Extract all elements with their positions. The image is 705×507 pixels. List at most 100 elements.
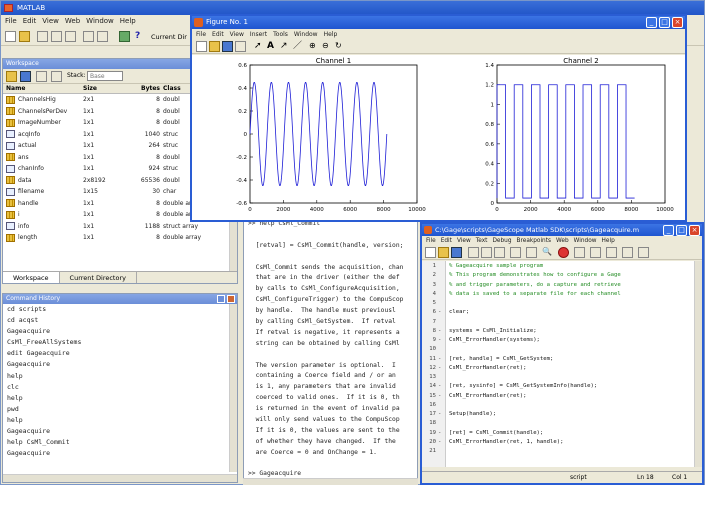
breakpoint-marker[interactable]: -	[438, 327, 444, 336]
editor-scrollbar[interactable]	[694, 261, 702, 467]
save-workspace-icon[interactable]	[20, 71, 31, 82]
editor-line[interactable]: 5	[422, 299, 702, 308]
col-header-bytes[interactable]: Bytes	[123, 84, 163, 93]
ed-paste-icon[interactable]	[494, 247, 505, 258]
editor-line[interactable]: 11- [ret, handle] = CsMl_GetSystem;	[422, 355, 702, 364]
close-icon[interactable]	[227, 295, 235, 303]
ed-menu-view[interactable]: View	[457, 236, 471, 246]
history-item[interactable]: Gageacquire	[3, 326, 237, 337]
ed-menu-file[interactable]: File	[426, 236, 436, 246]
breakpoint-marker[interactable]: -	[438, 364, 444, 373]
breakpoint-marker[interactable]: -	[438, 336, 444, 345]
ed-new-icon[interactable]	[425, 247, 436, 258]
fig-save-icon[interactable]	[222, 41, 233, 52]
history-item[interactable]: Gageacquire	[3, 448, 237, 459]
breakpoint-marker[interactable]: -	[438, 382, 444, 391]
history-item[interactable]: help	[3, 393, 237, 404]
history-item[interactable]: pwd	[3, 404, 237, 415]
tab-current-directory[interactable]: Current Directory	[60, 272, 137, 283]
select-arrow-icon[interactable]: ➚	[254, 41, 265, 52]
editor-line[interactable]: 18	[422, 419, 702, 428]
menu-help[interactable]: Help	[120, 15, 136, 27]
ed-menu-text[interactable]: Text	[476, 236, 488, 246]
fig-new-icon[interactable]	[196, 41, 207, 52]
step-in-icon[interactable]	[606, 247, 617, 258]
ed-undo-icon[interactable]	[510, 247, 521, 258]
ed-menu-help[interactable]: Help	[602, 236, 615, 246]
ed-print-icon[interactable]	[526, 247, 537, 258]
redo-icon[interactable]	[97, 31, 108, 42]
minimize-icon[interactable]: _	[646, 17, 657, 28]
editor-line[interactable]: 6- clear;	[422, 308, 702, 317]
fig-menu-file[interactable]: File	[196, 29, 206, 40]
col-header-name[interactable]: Name	[3, 84, 83, 93]
history-item[interactable]: help CsMl_Commit	[3, 437, 237, 448]
ed-cut-icon[interactable]	[468, 247, 479, 258]
menu-view[interactable]: View	[42, 15, 59, 27]
rotate-icon[interactable]: ↻	[335, 41, 346, 52]
editor-line[interactable]: 15- CsMl_ErrorHandler(ret);	[422, 392, 702, 401]
editor-close-icon[interactable]: ×	[689, 224, 700, 236]
editor-line[interactable]: 2 % This program demonstrates how to conf…	[422, 271, 702, 280]
editor-line[interactable]: 21	[422, 447, 702, 456]
ed-find-icon[interactable]: 🔍	[542, 247, 553, 258]
insert-arrow-icon[interactable]: ↗	[280, 41, 291, 52]
editor-line[interactable]: 7	[422, 318, 702, 327]
editor-line[interactable]: 4 % data is saved to a separate file for …	[422, 290, 702, 299]
history-item[interactable]: cd scripts	[3, 304, 237, 315]
insert-text-icon[interactable]: A	[267, 41, 278, 52]
breakpoint-marker[interactable]: -	[438, 438, 444, 447]
workspace-row[interactable]: length 1x1 8 double array	[3, 232, 237, 244]
breakpoint-marker[interactable]: -	[438, 429, 444, 438]
fig-menu-window[interactable]: Window	[294, 29, 318, 40]
editor-line[interactable]: 13	[422, 373, 702, 382]
fig-print-icon[interactable]	[235, 41, 246, 52]
ed-menu-web[interactable]: Web	[556, 236, 569, 246]
history-item[interactable]: cd acqst	[3, 315, 237, 326]
ed-save-icon[interactable]	[451, 247, 462, 258]
paste-icon[interactable]	[65, 31, 76, 42]
undo-icon[interactable]	[83, 31, 94, 42]
breakpoint-marker[interactable]: -	[438, 308, 444, 317]
command-window[interactable]: >> help CsMl_Commit [retval] = CsMl_Comm…	[243, 218, 418, 485]
editor-line[interactable]: 1 % Gageacquire sample program	[422, 262, 702, 271]
ed-menu-window[interactable]: Window	[574, 236, 597, 246]
history-item[interactable]: CsMl_FreeAllSystems	[3, 337, 237, 348]
editor-line[interactable]: 20- CsMl_ErrorHandler(ret, 1, handle);	[422, 438, 702, 447]
editor-line[interactable]: 19- [ret] = CsMl_Commit(handle);	[422, 429, 702, 438]
editor-text-area[interactable]: 1 % Gageacquire sample program 2 % This pro…	[422, 261, 702, 467]
history-item[interactable]: clc	[3, 382, 237, 393]
maximize-icon[interactable]: □	[659, 17, 670, 28]
insert-line-icon[interactable]: ／	[293, 41, 304, 52]
col-header-size[interactable]: Size	[83, 84, 123, 93]
copy-icon[interactable]	[51, 31, 62, 42]
editor-line[interactable]: 16	[422, 401, 702, 410]
editor-line[interactable]: 14- [ret, sysinfo] = CsMl_GetSystemInfo(h…	[422, 382, 702, 391]
undock-icon[interactable]	[217, 295, 225, 303]
breakpoint-marker[interactable]: -	[438, 410, 444, 419]
breakpoint-icon[interactable]	[558, 247, 569, 258]
fig-menu-tools[interactable]: Tools	[273, 29, 288, 40]
workspace-row[interactable]: info 1x1 1188 struct array	[3, 221, 237, 233]
fig-menu-insert[interactable]: Insert	[250, 29, 267, 40]
breakpoint-marker[interactable]: -	[438, 355, 444, 364]
editor-line[interactable]: 3 % and trigger parameters, do a capture …	[422, 281, 702, 290]
history-item[interactable]: edit Gageacquire	[3, 348, 237, 359]
menu-window[interactable]: Window	[86, 15, 114, 27]
matlab-titlebar[interactable]: MATLAB	[1, 1, 704, 15]
menu-edit[interactable]: Edit	[23, 15, 37, 27]
menu-web[interactable]: Web	[65, 15, 80, 27]
editor-line[interactable]: 12- CsMl_ErrorHandler(ret);	[422, 364, 702, 373]
fig-open-icon[interactable]	[209, 41, 220, 52]
editor-line[interactable]: 9- CsMl_ErrorHandler(systems);	[422, 336, 702, 345]
tab-workspace[interactable]: Workspace	[3, 272, 60, 283]
continue-icon[interactable]	[638, 247, 649, 258]
figure-titlebar[interactable]: Figure No. 1 _ □ ×	[192, 16, 685, 29]
load-icon[interactable]	[36, 71, 47, 82]
zoom-out-icon[interactable]: ⊖	[322, 41, 333, 52]
open-folder-icon[interactable]	[19, 31, 30, 42]
stack-select[interactable]: Base	[87, 71, 123, 81]
fig-menu-help[interactable]: Help	[324, 29, 338, 40]
delete-variable-icon[interactable]	[51, 71, 62, 82]
ed-copy-icon[interactable]	[481, 247, 492, 258]
